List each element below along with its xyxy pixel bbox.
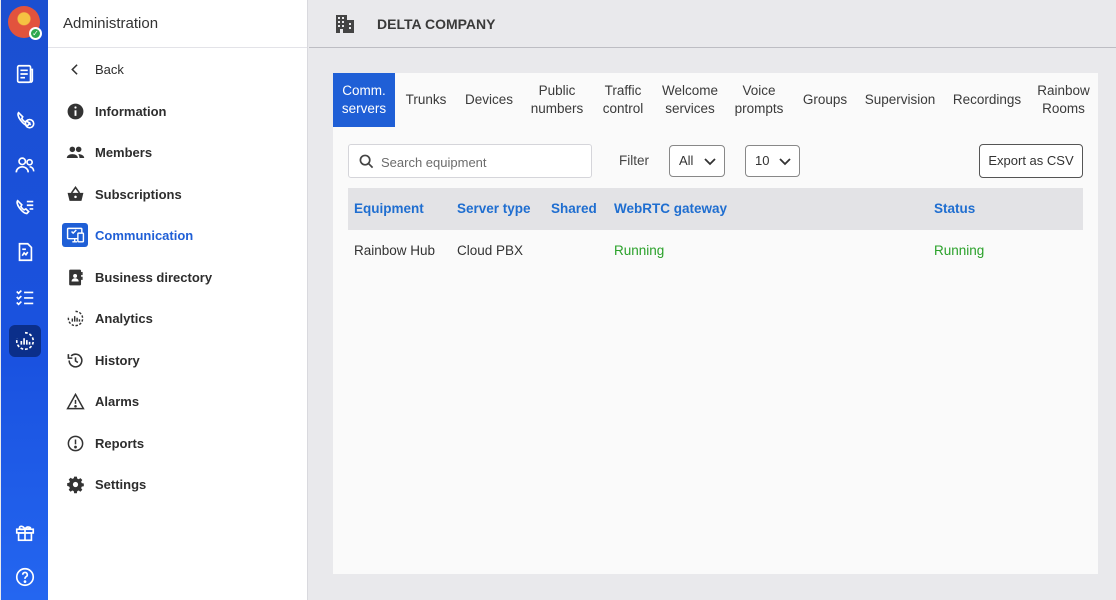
document-icon[interactable] xyxy=(9,236,41,268)
history-icon xyxy=(64,349,86,371)
sidebar-item-subscriptions[interactable]: Subscriptions xyxy=(48,177,308,211)
chevron-left-icon xyxy=(64,58,86,80)
tab-comm-servers[interactable]: Comm. servers xyxy=(333,73,395,127)
sidebar-item-label: Back xyxy=(95,61,124,77)
company-header: DELTA COMPANY xyxy=(309,0,1116,48)
app-rail: ✓ xyxy=(1,0,48,600)
sidebar-item-settings[interactable]: Settings xyxy=(48,467,308,501)
tab-groups[interactable]: Groups xyxy=(797,73,853,127)
communication-icon xyxy=(62,223,88,247)
basket-icon xyxy=(64,183,86,205)
page-size-select[interactable]: 10 xyxy=(745,145,800,177)
tab-supervision[interactable]: Supervision xyxy=(861,73,939,127)
sidebar-item-label: Alarms xyxy=(95,393,140,409)
tab-rainbow-rooms[interactable]: Rainbow Rooms xyxy=(1033,73,1094,127)
cell-webrtc-gateway: Running xyxy=(614,243,665,258)
info-icon xyxy=(64,100,86,122)
tab-devices[interactable]: Devices xyxy=(461,73,517,127)
chevron-down-icon xyxy=(779,158,791,166)
help-icon[interactable] xyxy=(9,561,41,593)
column-header-equipment[interactable]: Equipment xyxy=(354,201,424,216)
sidebar-item-label: Analytics xyxy=(95,310,153,326)
filter-select[interactable]: All xyxy=(669,145,725,177)
page-size-value: 10 xyxy=(755,153,770,168)
sidebar-item-reports[interactable]: Reports xyxy=(48,426,308,460)
sidebar-item-label: Members xyxy=(95,144,153,160)
sidebar-item-label: Reports xyxy=(95,435,145,451)
user-avatar[interactable]: ✓ xyxy=(8,6,42,40)
building-icon xyxy=(336,15,354,33)
cell-server-type: Cloud PBX xyxy=(457,243,524,258)
analytics-icon xyxy=(64,307,86,329)
filter-value: All xyxy=(679,153,694,168)
tab-traffic-control[interactable]: Traffic control xyxy=(597,73,649,127)
sidebar-item-label: Communication xyxy=(95,227,194,243)
admin-sidebar: Administration Back Information Members … xyxy=(48,0,308,600)
gear-icon xyxy=(64,473,86,495)
sidebar-item-communication[interactable]: Communication xyxy=(48,218,308,252)
cell-status: Running xyxy=(934,243,985,258)
column-header-shared[interactable]: Shared xyxy=(551,201,597,216)
sidebar-title: Administration xyxy=(48,0,307,48)
company-name: DELTA COMPANY xyxy=(377,16,496,32)
sidebar-item-analytics[interactable]: Analytics xyxy=(48,301,308,335)
sidebar-item-label: Settings xyxy=(95,476,147,492)
call-list-icon[interactable] xyxy=(9,192,41,224)
alarm-triangle-icon xyxy=(64,390,86,412)
contact-book-icon xyxy=(64,266,86,288)
tab-trunks[interactable]: Trunks xyxy=(399,73,453,127)
column-header-webrtc-gateway[interactable]: WebRTC gateway xyxy=(614,201,727,216)
sidebar-item-back[interactable]: Back xyxy=(48,52,308,86)
table-row[interactable]: Rainbow Hub Cloud PBX Running Running xyxy=(348,230,1083,272)
export-csv-button[interactable]: Export as CSV xyxy=(979,144,1083,178)
checklist-icon[interactable] xyxy=(9,281,41,313)
tab-voice-prompts[interactable]: Voice prompts xyxy=(731,73,787,127)
sidebar-item-label: Information xyxy=(95,103,167,119)
online-status-icon: ✓ xyxy=(29,27,42,40)
analytics-icon[interactable] xyxy=(9,325,41,357)
chevron-down-icon xyxy=(704,158,716,166)
tab-public-numbers[interactable]: Public numbers xyxy=(527,73,587,127)
comm-servers-panel: Comm. servers Trunks Devices Public numb… xyxy=(333,73,1098,574)
column-header-status[interactable]: Status xyxy=(934,201,975,216)
tab-recordings[interactable]: Recordings xyxy=(949,73,1025,127)
sidebar-item-alarms[interactable]: Alarms xyxy=(48,384,308,418)
sidebar-item-members[interactable]: Members xyxy=(48,135,308,169)
report-icon xyxy=(64,432,86,454)
directory-icon[interactable] xyxy=(9,58,41,90)
sidebar-item-label: Subscriptions xyxy=(95,186,182,202)
search-field[interactable] xyxy=(348,144,592,178)
sidebar-item-history[interactable]: History xyxy=(48,343,308,377)
members-icon xyxy=(64,141,86,163)
sidebar-item-information[interactable]: Information xyxy=(48,94,308,128)
gift-icon[interactable] xyxy=(9,516,41,548)
sidebar-item-label: Business directory xyxy=(95,269,213,285)
sidebar-item-business-directory[interactable]: Business directory xyxy=(48,260,308,294)
search-input[interactable] xyxy=(381,152,581,172)
phone-clock-icon[interactable] xyxy=(9,104,41,136)
users-icon[interactable] xyxy=(9,149,41,181)
search-icon xyxy=(359,154,374,169)
table-header: Equipment Server type Shared WebRTC gate… xyxy=(348,188,1083,230)
cell-equipment: Rainbow Hub xyxy=(354,243,436,258)
sidebar-item-label: History xyxy=(95,352,140,368)
filter-label: Filter xyxy=(619,153,649,168)
column-header-server-type[interactable]: Server type xyxy=(457,201,531,216)
tab-welcome-services[interactable]: Welcome services xyxy=(659,73,721,127)
